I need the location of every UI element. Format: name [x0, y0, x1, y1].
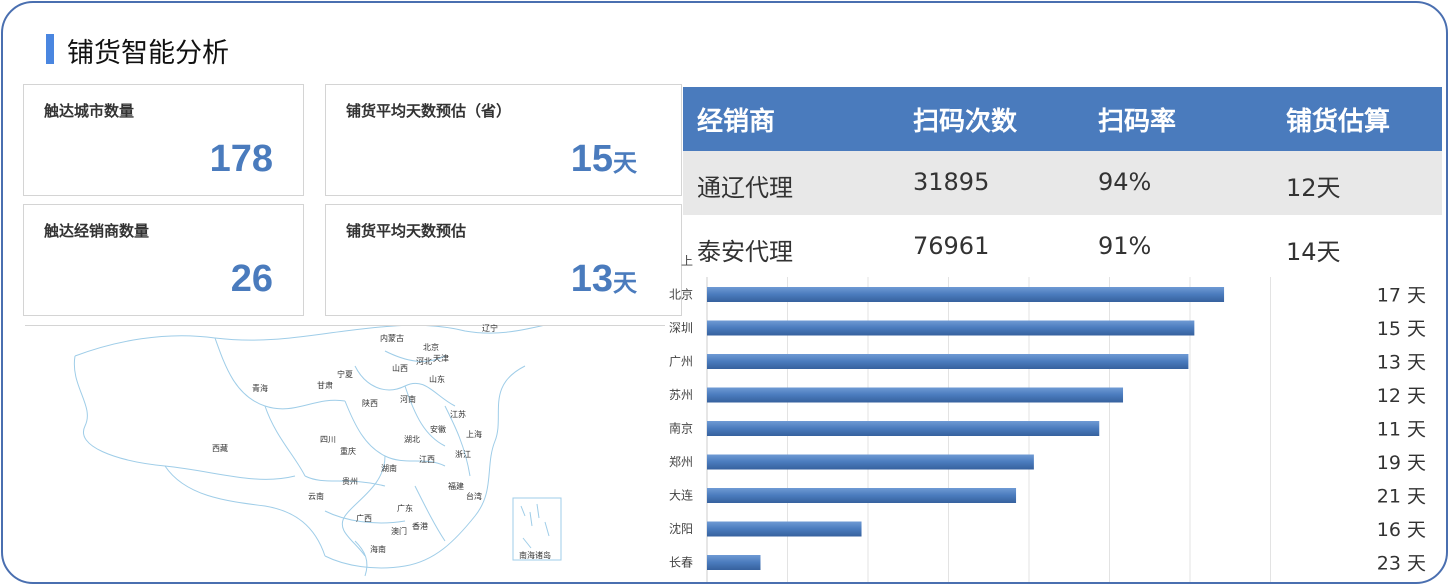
- cell-scan-rate: 91%: [1098, 232, 1152, 260]
- map-label-xizang: 西藏: [212, 444, 228, 453]
- map-label-taiwan: 台湾: [466, 492, 482, 501]
- header-distributor: 经销商: [697, 107, 776, 137]
- chart-bar: [707, 287, 1225, 302]
- map-label-neimenggu: 内蒙古: [380, 334, 404, 343]
- distributor-table: 经销商 扫码次数 扫码率 铺货估算 通辽代理 31895 94% 12天 泰安代…: [683, 87, 1442, 279]
- chart-bar: [707, 421, 1100, 436]
- page-title: 铺货智能分析: [67, 38, 229, 69]
- map-label-zhejiang: 浙江: [455, 450, 471, 459]
- map-label-gansu: 甘肃: [317, 381, 333, 390]
- cell-scan-count: 76961: [913, 232, 990, 260]
- map-label-guangxi: 广西: [356, 514, 372, 523]
- chart-category-label: 大连: [669, 488, 693, 503]
- chart-category-label: 南京: [669, 421, 693, 436]
- map-label-anhui: 安徽: [430, 425, 446, 434]
- header-delivery-estimate: 铺货估算: [1286, 107, 1391, 137]
- map-label-jiangxi: 江西: [419, 455, 435, 464]
- chart-bar: [707, 320, 1195, 336]
- chart-bar: [707, 521, 862, 537]
- map-label-shandong: 山东: [429, 375, 445, 384]
- map-label-yunnan: 云南: [308, 492, 324, 501]
- map-label-sichuan: 四川: [320, 435, 336, 444]
- kpi-label: 铺货平均天数预估（省）: [346, 102, 512, 120]
- map-label-hunan: 湖南: [381, 464, 397, 473]
- bar-chart-svg: 上北京 17 天深圳 15 天广州 13 天苏州 12 天南京 11 天郑州 19 天大连 2…: [669, 254, 1426, 582]
- map-label-hainan: 海南: [370, 545, 386, 554]
- delivery-days-bar-chart: 上北京 17 天深圳 15 天广州 13 天苏州 12 天南京 11 天郑州 19 天大连 2…: [663, 251, 1443, 582]
- header-scan-count: 扫码次数: [913, 107, 1018, 137]
- map-label-guizhou: 贵州: [342, 477, 358, 486]
- chart-bar: [707, 555, 761, 570]
- chart-value-label: 16 天: [1377, 519, 1426, 541]
- kpi-value: 13天: [570, 258, 637, 300]
- map-label-jiangsu: 江苏: [450, 410, 466, 419]
- kpi-value: 178: [209, 138, 273, 180]
- china-map: 内蒙古 北京 辽宁 天津 河北 宁夏 山西 山东 青海 甘肃 陕西 河南 江苏 …: [25, 324, 665, 582]
- map-label-guangdong: 广东: [397, 504, 413, 513]
- map-label-macau: 澳门: [391, 527, 407, 536]
- chart-value-label: 23 天: [1377, 553, 1426, 575]
- map-label-hebei: 河北: [416, 357, 432, 366]
- map-label-tianjin: 天津: [433, 354, 449, 363]
- map-label-henan: 河南: [400, 395, 416, 404]
- chart-category-label: 沈阳: [669, 521, 693, 536]
- map-label-ningxia: 宁夏: [337, 370, 353, 379]
- kpi-card-city-count: 触达城市数量 178: [23, 84, 304, 196]
- cell-distributor: 泰安代理: [697, 238, 793, 266]
- kpi-value: 15天: [570, 138, 637, 180]
- kpi-label: 铺货平均天数预估: [346, 222, 467, 240]
- cell-scan-rate: 94%: [1098, 168, 1152, 196]
- map-label-shaanxi: 陕西: [362, 399, 378, 408]
- chart-category-label: 郑州: [669, 454, 693, 469]
- chart-category-label: 长春: [669, 556, 693, 570]
- kpi-card-distributor-count: 触达经销商数量 26: [23, 204, 304, 316]
- chart-value-label: 19 天: [1377, 452, 1426, 474]
- kpi-value: 26: [230, 258, 273, 300]
- map-label-shanghai: 上海: [466, 430, 482, 439]
- chart-category-label: 北京: [669, 288, 693, 302]
- cell-delivery-estimate: 14天: [1286, 238, 1341, 266]
- map-label-chongqing: 重庆: [340, 447, 356, 456]
- kpi-label: 触达经销商数量: [44, 222, 150, 240]
- dashboard-frame: 铺货智能分析 触达城市数量 178 铺货平均天数预估（省） 15天 触达经销商数…: [1, 1, 1448, 584]
- kpi-card-avg-days: 铺货平均天数预估 13天: [325, 204, 682, 316]
- cell-scan-count: 31895: [913, 168, 990, 196]
- chart-bar: [707, 488, 1017, 503]
- chart-value-label: 21 天: [1377, 486, 1426, 508]
- map-label-shanxi: 山西: [392, 364, 408, 373]
- chart-category-label: 广州: [669, 355, 693, 369]
- chart-bar: [707, 354, 1189, 369]
- map-label-hubei: 湖北: [404, 435, 420, 444]
- map-label-beijing: 北京: [423, 343, 439, 352]
- chart-value-label: 13 天: [1377, 352, 1426, 374]
- chart-value-label: 12 天: [1377, 385, 1426, 407]
- table-header: 经销商 扫码次数 扫码率 铺货估算: [683, 87, 1442, 151]
- title-accent-bar: [46, 34, 54, 64]
- chart-category-label: 苏州: [669, 388, 693, 402]
- map-label-fujian: 福建: [448, 482, 464, 491]
- chart-value-label: 15 天: [1377, 318, 1426, 340]
- chart-bar: [707, 454, 1034, 470]
- header-scan-rate: 扫码率: [1098, 107, 1177, 137]
- map-label-hongkong: 香港: [412, 522, 428, 531]
- map-label-liaoning: 辽宁: [482, 324, 498, 333]
- chart-category-label: 深圳: [669, 321, 693, 335]
- chart-value-label: 11 天: [1377, 419, 1426, 441]
- kpi-card-avg-days-province: 铺货平均天数预估（省） 15天: [325, 84, 682, 196]
- kpi-label: 触达城市数量: [44, 102, 135, 120]
- map-label-qinghai: 青海: [252, 384, 268, 393]
- map-label-nanhai: 南海诸岛: [519, 551, 551, 560]
- table-row: 泰安代理 76961 91% 14天: [683, 215, 1442, 266]
- cell-distributor: 通辽代理: [697, 174, 793, 202]
- chart-bar: [707, 387, 1124, 403]
- chart-value-label: 17 天: [1377, 285, 1426, 307]
- cell-delivery-estimate: 12天: [1286, 174, 1341, 202]
- table-row: 通辽代理 31895 94% 12天: [683, 151, 1442, 215]
